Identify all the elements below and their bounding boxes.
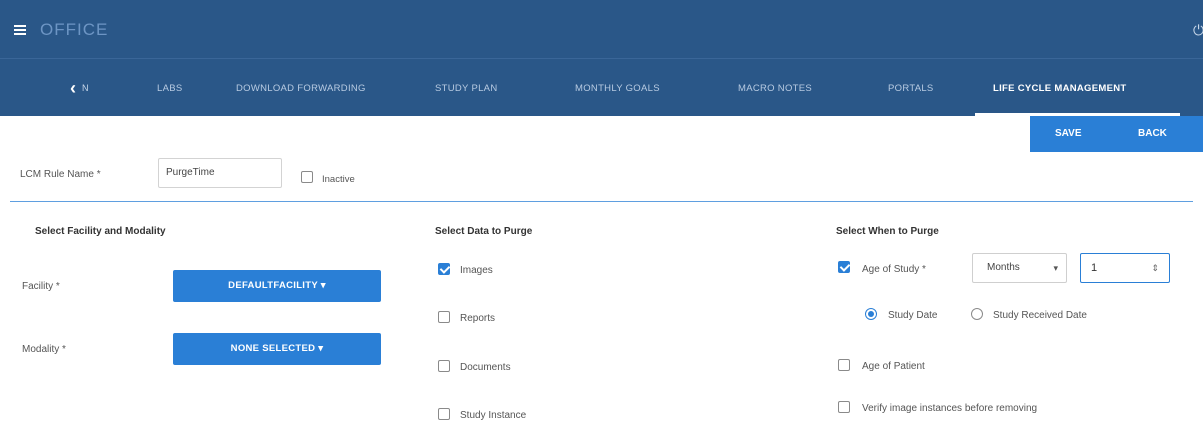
tab-labs[interactable]: LABS [157, 83, 183, 94]
reports-label: Reports [460, 313, 496, 324]
age-unit-value: Months [987, 262, 1020, 273]
tab-macro-notes[interactable]: MACRO NOTES [738, 83, 812, 94]
age-amount-value: 1 [1091, 262, 1098, 274]
study-received-date-radio[interactable] [971, 308, 983, 320]
inactive-label: Inactive [322, 174, 355, 185]
tab-life-cycle-management[interactable]: LIFE CYCLE MANAGEMENT [993, 83, 1127, 94]
study-instance-checkbox[interactable] [438, 408, 450, 420]
documents-checkbox[interactable] [438, 360, 450, 372]
age-of-study-label: Age of Study * [862, 264, 926, 275]
modality-dropdown[interactable]: NONE SELECTED ▾ [173, 333, 381, 365]
images-checkbox[interactable] [438, 263, 450, 275]
tab-bar: ‹ N LABS DOWNLOAD FORWARDING STUDY PLAN … [0, 58, 1203, 116]
facility-label: Facility * [22, 281, 60, 292]
data-section-title: Select Data to Purge [435, 226, 533, 237]
tab-study-plan[interactable]: STUDY PLAN [435, 83, 497, 94]
modality-label: Modality * [22, 344, 66, 355]
study-date-radio[interactable] [865, 308, 877, 320]
verify-instances-checkbox[interactable] [838, 401, 850, 413]
section-divider [10, 201, 1193, 202]
chevron-down-icon: ▾ [1053, 263, 1058, 273]
when-section-title: Select When to Purge [836, 226, 939, 237]
back-button[interactable]: BACK [1138, 128, 1167, 139]
hamburger-icon[interactable] [14, 25, 26, 35]
study-instance-label: Study Instance [460, 410, 527, 421]
study-received-date-label: Study Received Date [993, 310, 1087, 321]
chevron-left-icon: ‹ [70, 78, 76, 98]
age-of-study-checkbox[interactable] [838, 261, 850, 273]
verify-instances-label: Verify image instances before removing [862, 403, 1038, 414]
images-label: Images [460, 265, 493, 276]
action-bar: SAVE BACK [1030, 116, 1203, 152]
tab-back-label: N [82, 83, 89, 93]
save-button[interactable]: SAVE [1055, 128, 1082, 139]
facility-dropdown[interactable]: DEFAULTFACILITY ▾ [173, 270, 381, 302]
lcm-page: OFFICE ⏻ ‹ N LABS DOWNLOAD FORWARDING ST… [0, 0, 1203, 426]
study-date-label: Study Date [888, 310, 938, 321]
age-of-patient-label: Age of Patient [862, 361, 925, 372]
rule-name-input[interactable]: PurgeTime [158, 158, 282, 188]
age-unit-select[interactable]: Months ▾ [972, 253, 1067, 283]
spinner-icon[interactable]: ⇕ [1151, 254, 1159, 282]
age-amount-input[interactable]: 1 ⇕ [1080, 253, 1170, 283]
inactive-checkbox[interactable] [301, 171, 313, 183]
tab-download-forwarding[interactable]: DOWNLOAD FORWARDING [236, 83, 366, 94]
power-icon[interactable]: ⏻ [1193, 22, 1203, 36]
documents-label: Documents [460, 362, 511, 373]
rule-name-label: LCM Rule Name * [20, 169, 101, 180]
age-of-patient-checkbox[interactable] [838, 359, 850, 371]
reports-checkbox[interactable] [438, 311, 450, 323]
facility-section-title: Select Facility and Modality [35, 226, 166, 237]
app-title: OFFICE [40, 20, 109, 39]
top-bar: OFFICE ⏻ [0, 0, 1203, 58]
tab-portals[interactable]: PORTALS [888, 83, 934, 94]
tab-back-button[interactable]: ‹ N [70, 79, 89, 97]
tab-monthly-goals[interactable]: MONTHLY GOALS [575, 83, 660, 94]
